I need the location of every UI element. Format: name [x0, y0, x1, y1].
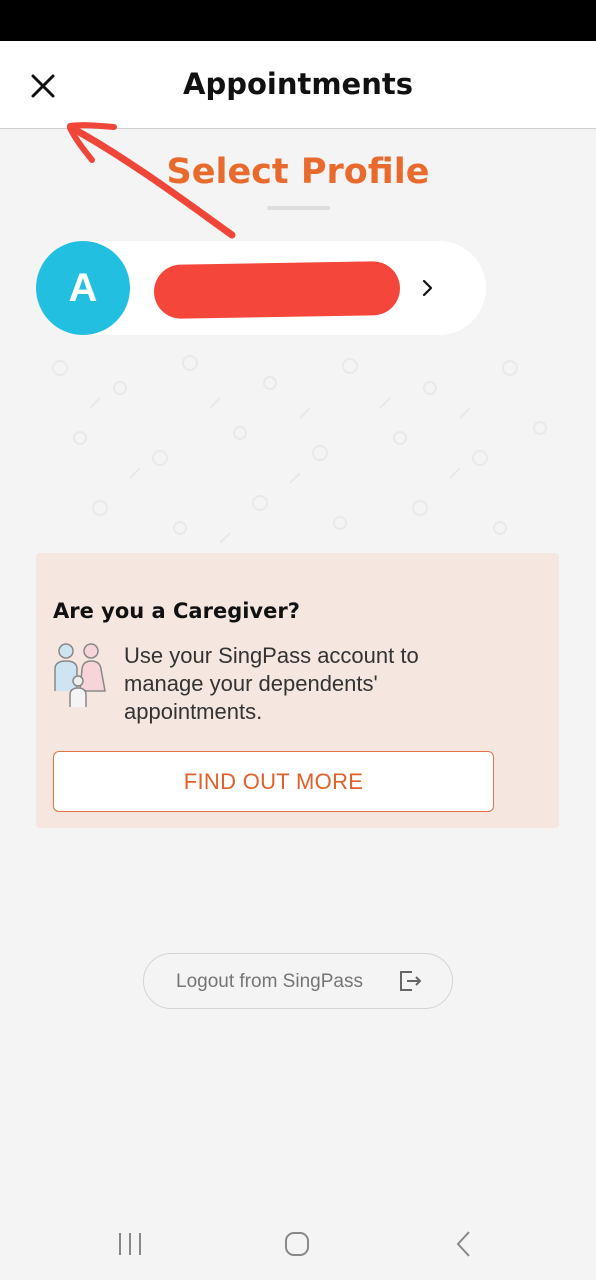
caregiver-title: Are you a Caregiver? [53, 599, 300, 623]
title-divider [267, 206, 330, 210]
background-pattern [52, 355, 547, 544]
status-bar [0, 0, 596, 41]
section-title: Select Profile [0, 152, 596, 192]
redacted-name [153, 260, 401, 320]
chevron-right-icon [422, 279, 433, 297]
logout-label: Logout from SingPass [176, 971, 363, 992]
caregiver-card: Are you a Caregiver? Use your SingPass a… [36, 553, 559, 828]
family-icon [54, 643, 106, 707]
logout-icon [400, 971, 422, 991]
logout-button[interactable]: Logout from SingPass [143, 953, 453, 1009]
page-title: Appointments [183, 67, 413, 101]
profile-card[interactable]: A [36, 241, 486, 335]
home-button[interactable] [277, 1228, 317, 1260]
system-nav-bar [0, 1206, 596, 1280]
back-icon [456, 1231, 470, 1257]
section-title-text: Select Profile [166, 152, 430, 192]
avatar: A [36, 241, 130, 335]
find-out-more-button[interactable]: FIND OUT MORE [53, 751, 494, 812]
recents-icon [119, 1233, 141, 1255]
home-icon [285, 1232, 309, 1256]
back-button[interactable] [444, 1228, 484, 1260]
caregiver-description: Use your SingPass account to manage your… [124, 643, 419, 724]
recents-button[interactable] [110, 1228, 150, 1260]
